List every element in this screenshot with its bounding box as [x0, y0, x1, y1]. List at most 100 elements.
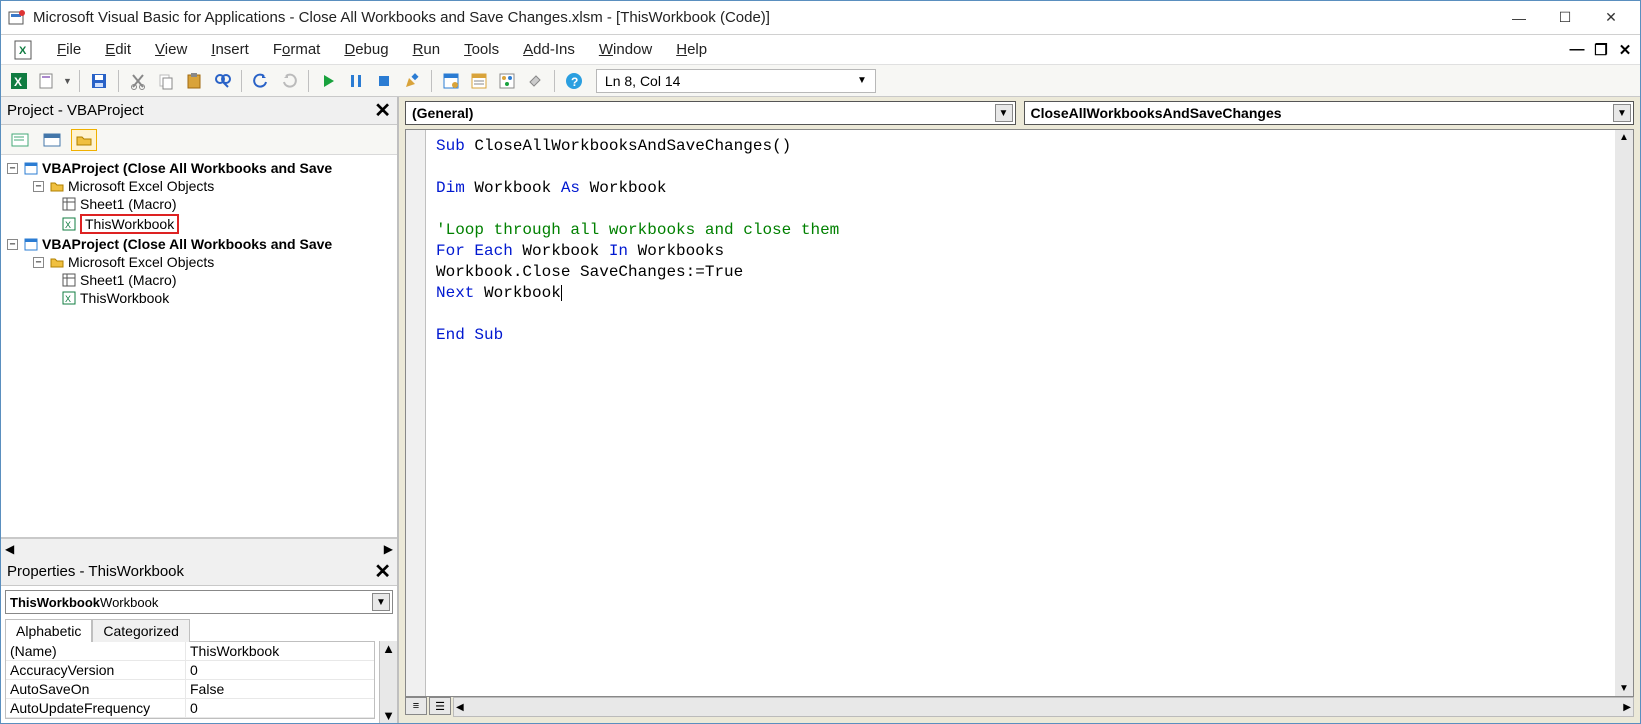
tree-folder-label[interactable]: Microsoft Excel Objects — [68, 178, 214, 194]
toggle-folders-icon[interactable] — [71, 129, 97, 151]
collapse-icon[interactable]: − — [7, 239, 18, 250]
svg-text:?: ? — [571, 75, 578, 89]
menu-insert[interactable]: Insert — [199, 37, 261, 62]
help-icon[interactable]: ? — [562, 69, 586, 93]
dropdown-arrow-icon[interactable]: ▼ — [1613, 104, 1631, 122]
procedure-combo[interactable]: CloseAllWorkbooksAndSaveChanges ▼ — [1024, 101, 1635, 125]
object-combo[interactable]: (General) ▼ — [405, 101, 1016, 125]
collapse-icon[interactable]: − — [7, 163, 18, 174]
dropdown-arrow-icon[interactable]: ▼ — [63, 76, 72, 86]
code-hscrollbar[interactable]: ◀ ▶ — [453, 697, 1634, 717]
tree-project-label[interactable]: VBAProject (Close All Workbooks and Save — [42, 160, 332, 176]
project-tree[interactable]: − VBAProject (Close All Workbooks and Sav… — [1, 155, 397, 538]
project-explorer-toolbar — [1, 125, 397, 155]
menu-addins[interactable]: Add-Ins — [511, 37, 587, 62]
code-vscrollbar[interactable]: ▲ ▼ — [1615, 130, 1633, 696]
cursor-position-text: Ln 8, Col 14 — [605, 73, 681, 89]
menu-view[interactable]: View — [143, 37, 199, 62]
insert-module-icon[interactable] — [35, 69, 59, 93]
properties-pane: Properties - ThisWorkbook ✕ ThisWorkbook… — [1, 558, 397, 723]
vbaproject-icon — [23, 160, 39, 176]
tree-item-thisworkbook-selected[interactable]: ThisWorkbook — [80, 214, 179, 234]
view-code-icon[interactable] — [7, 129, 33, 151]
property-row: AutoSaveOnFalse — [6, 680, 374, 699]
property-row: (Name)ThisWorkbook — [6, 642, 374, 661]
design-mode-icon[interactable] — [400, 69, 424, 93]
properties-close-button[interactable]: ✕ — [374, 559, 391, 584]
scroll-right-icon[interactable]: ▶ — [1621, 700, 1633, 715]
excel-doc-icon: X — [13, 39, 35, 61]
properties-window-icon[interactable] — [467, 69, 491, 93]
full-module-view-button[interactable]: ☰ — [429, 697, 451, 715]
menu-edit[interactable]: Edit — [93, 37, 143, 62]
collapse-icon[interactable]: − — [33, 257, 44, 268]
scroll-down-icon[interactable]: ▼ — [1617, 681, 1631, 696]
menu-help[interactable]: Help — [664, 37, 719, 62]
reset-icon[interactable] — [372, 69, 396, 93]
scroll-right-icon[interactable]: ▶ — [384, 542, 393, 556]
undo-icon[interactable] — [249, 69, 273, 93]
scroll-up-icon[interactable]: ▲ — [382, 641, 395, 656]
view-object-icon[interactable] — [39, 129, 65, 151]
window-title: Microsoft Visual Basic for Applications … — [33, 9, 1496, 26]
menu-file[interactable]: File — [45, 37, 93, 62]
property-row: AutoUpdateFrequency0 — [6, 699, 374, 718]
cut-icon[interactable] — [126, 69, 150, 93]
properties-object-type: Workbook — [100, 595, 158, 610]
menu-tools[interactable]: Tools — [452, 37, 511, 62]
scroll-left-icon[interactable]: ◀ — [5, 542, 14, 556]
workbook-icon: X — [61, 216, 77, 232]
svg-text:X: X — [19, 45, 27, 57]
window-maximize-button[interactable]: ☐ — [1542, 3, 1588, 33]
menu-debug[interactable]: Debug — [332, 37, 400, 62]
redo-icon[interactable] — [277, 69, 301, 93]
tree-item-thisworkbook[interactable]: ThisWorkbook — [80, 290, 169, 306]
scroll-left-icon[interactable]: ◀ — [454, 700, 466, 715]
object-browser-icon[interactable] — [495, 69, 519, 93]
menubar: X File Edit View Insert Format Debug Run… — [1, 35, 1640, 65]
run-icon[interactable] — [316, 69, 340, 93]
tree-item-sheet1[interactable]: Sheet1 (Macro) — [80, 272, 176, 288]
project-explorer-icon[interactable] — [439, 69, 463, 93]
project-explorer-title: Project - VBAProject — [7, 102, 144, 119]
worksheet-icon — [61, 272, 77, 288]
window-titlebar: Microsoft Visual Basic for Applications … — [1, 1, 1640, 35]
properties-grid[interactable]: (Name)ThisWorkbook AccuracyVersion0 Auto… — [5, 641, 375, 719]
property-row: AccuracyVersion0 — [6, 661, 374, 680]
menu-format[interactable]: Format — [261, 37, 333, 62]
project-explorer-header: Project - VBAProject ✕ — [1, 97, 397, 125]
paste-icon[interactable] — [182, 69, 206, 93]
dropdown-arrow-icon[interactable]: ▼ — [857, 75, 867, 86]
find-icon[interactable] — [210, 69, 234, 93]
tree-folder-label[interactable]: Microsoft Excel Objects — [68, 254, 214, 270]
worksheet-icon — [61, 196, 77, 212]
dropdown-arrow-icon[interactable]: ▼ — [995, 104, 1013, 122]
dropdown-arrow-icon[interactable]: ▼ — [372, 593, 390, 611]
mdi-close-button[interactable]: ✕ — [1616, 41, 1634, 59]
collapse-icon[interactable]: − — [33, 181, 44, 192]
scroll-up-icon[interactable]: ▲ — [1617, 130, 1631, 145]
mdi-restore-button[interactable]: ❐ — [1592, 41, 1610, 59]
project-tree-hscrollbar[interactable]: ◀ ▶ — [1, 538, 397, 558]
tree-item-sheet1[interactable]: Sheet1 (Macro) — [80, 196, 176, 212]
code-editor[interactable]: Sub CloseAllWorkbooksAndSaveChanges() Di… — [405, 129, 1634, 697]
project-explorer-close-button[interactable]: ✕ — [374, 98, 391, 123]
tab-categorized[interactable]: Categorized — [92, 619, 190, 642]
copy-icon[interactable] — [154, 69, 178, 93]
view-excel-icon[interactable]: X — [7, 69, 31, 93]
window-minimize-button[interactable]: — — [1496, 3, 1542, 33]
break-icon[interactable] — [344, 69, 368, 93]
toolbox-icon[interactable] — [523, 69, 547, 93]
menu-window[interactable]: Window — [587, 37, 664, 62]
mdi-minimize-button[interactable]: — — [1568, 41, 1586, 59]
save-icon[interactable] — [87, 69, 111, 93]
scroll-down-icon[interactable]: ▼ — [382, 708, 395, 723]
properties-vscrollbar[interactable]: ▲ ▼ — [379, 641, 397, 723]
tab-alphabetic[interactable]: Alphabetic — [5, 619, 92, 642]
procedure-view-button[interactable]: ≡ — [405, 697, 427, 715]
code-text[interactable]: Sub CloseAllWorkbooksAndSaveChanges() Di… — [426, 130, 1615, 696]
window-close-button[interactable]: ✕ — [1588, 3, 1634, 33]
tree-project-label[interactable]: VBAProject (Close All Workbooks and Save — [42, 236, 332, 252]
menu-run[interactable]: Run — [401, 37, 453, 62]
properties-object-combo[interactable]: ThisWorkbook Workbook ▼ — [5, 590, 393, 614]
